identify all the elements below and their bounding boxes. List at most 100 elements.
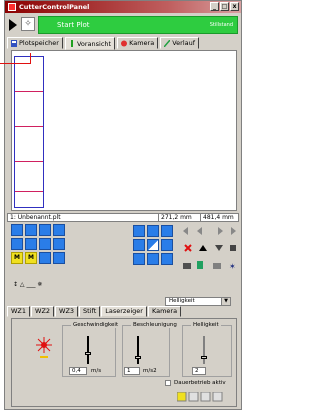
arrow-right-button[interactable]	[161, 239, 173, 251]
plot-divider	[15, 191, 43, 192]
speed-slider-track[interactable]	[87, 336, 89, 364]
title-bar: CutterControlPanel _ □ x	[5, 1, 241, 13]
next-icon	[200, 392, 211, 402]
bottom-icon-row	[177, 392, 223, 402]
tool-button[interactable]	[25, 238, 37, 250]
play-button[interactable]	[8, 18, 18, 32]
acceleration-input[interactable]: 1	[124, 367, 140, 375]
chevron-down-icon: ▼	[221, 298, 230, 305]
bottom-tabs: WZ1 WZ2 WZ3 Stift Laserzeiger Kamera	[7, 306, 182, 318]
laser-panel: Geschwindigkeit 0,4 m/s Beschleunigung 1…	[11, 318, 237, 407]
arrow-down-button[interactable]	[147, 253, 159, 265]
plot-divider	[15, 161, 43, 162]
speed-unit: m/s	[91, 368, 102, 374]
tool-button[interactable]	[25, 224, 37, 236]
plot-divider	[15, 126, 43, 127]
brightness-slider-thumb[interactable]	[201, 356, 207, 359]
machine-status: Stillstand	[209, 22, 233, 28]
tool-button[interactable]	[39, 238, 51, 250]
arrow-up-right-button[interactable]	[161, 225, 173, 237]
tab-label: Kamera	[129, 39, 155, 47]
speed-group-label: Geschwindigkeit	[71, 322, 121, 328]
tool-row-icons: ✶	[183, 261, 236, 271]
arrow-up-button[interactable]	[147, 225, 159, 237]
arrow-down-right-button[interactable]	[161, 253, 173, 265]
arrow-up-left-button[interactable]	[133, 225, 145, 237]
stop-row-icons	[184, 244, 236, 252]
laser-mode-select[interactable]: Helligkeit ▼	[165, 297, 231, 306]
app-icon	[8, 3, 16, 11]
tool-button[interactable]	[39, 252, 51, 264]
tool-button[interactable]	[39, 224, 51, 236]
home-button[interactable]	[147, 239, 159, 251]
tab-label: Plotspeicher	[19, 39, 59, 47]
selected-mode: Helligkeit	[169, 298, 195, 304]
plot-sheet-outline	[14, 56, 44, 208]
acceleration-unit: m/s2	[143, 368, 157, 374]
window-title: CutterControlPanel	[19, 3, 90, 11]
close-button[interactable]: x	[230, 2, 239, 11]
plot-divider	[15, 91, 43, 92]
acceleration-group-label: Beschleunigung	[131, 322, 179, 328]
tab-label: Verlauf	[172, 39, 196, 47]
callout-line	[30, 53, 31, 64]
last-icon	[231, 227, 236, 235]
jog-arrow-grid	[133, 225, 177, 269]
brightness-slider-track[interactable]	[203, 336, 205, 364]
continuous-checkbox[interactable]	[165, 380, 171, 386]
tab-wz2[interactable]: WZ2	[31, 306, 55, 317]
brightness-group-label: Helligkeit	[191, 322, 221, 328]
prev-icon	[197, 227, 202, 235]
tab-kamera[interactable]: Kamera	[117, 37, 159, 49]
arrow-down-left-button[interactable]	[133, 253, 145, 265]
misc-controls[interactable]: ↕ △ ___ ✵	[13, 281, 42, 288]
tool-button[interactable]	[11, 238, 23, 250]
file-info-bar: 1: Unbenannt.plt 271,2 mm 481,4 mm	[7, 213, 239, 222]
prev-icon	[188, 392, 199, 402]
tab-wz3[interactable]: WZ3	[55, 306, 79, 317]
next-icon	[218, 227, 223, 235]
tab-wz1[interactable]: WZ1	[7, 306, 31, 317]
dimension-height: 481,4 mm	[200, 214, 234, 221]
speed-slider-thumb[interactable]	[85, 352, 91, 355]
tab-laserzeiger[interactable]: Laserzeiger	[101, 306, 147, 317]
continuous-checkbox-label: Dauerbetrieb aktiv	[174, 380, 226, 386]
pen-icon	[164, 39, 171, 47]
brightness-input[interactable]: 2	[192, 367, 206, 375]
preview-icon	[70, 40, 73, 47]
maximize-button[interactable]: □	[220, 2, 229, 11]
plot-preview-canvas[interactable]	[11, 50, 237, 211]
speed-input[interactable]: 0,4	[69, 367, 87, 375]
acceleration-slider-track[interactable]	[137, 336, 139, 364]
tool-button[interactable]	[53, 252, 65, 264]
window-controls: _ □ x	[210, 2, 239, 11]
cutter-control-window: CutterControlPanel _ □ x ✧ Start Plot St…	[4, 0, 242, 410]
file-name: 1: Unbenannt.plt	[10, 214, 61, 221]
arrow-left-button[interactable]	[133, 239, 145, 251]
tool-button[interactable]	[53, 238, 65, 250]
tool-button[interactable]	[53, 224, 65, 236]
m-label: M	[28, 254, 34, 261]
tab-stift[interactable]: Stift	[79, 306, 101, 317]
tab-verlauf[interactable]: Verlauf	[160, 37, 200, 49]
top-tabs: Plotspeicher Voransicht Kamera Verlauf	[7, 37, 200, 50]
start-plot-label: Start Plot	[57, 21, 90, 29]
acceleration-slider-thumb[interactable]	[135, 356, 141, 359]
tab-voransicht[interactable]: Voransicht	[64, 37, 116, 50]
dimension-width: 271,2 mm	[158, 214, 192, 221]
play-icon	[9, 19, 17, 31]
svg-text:✶: ✶	[229, 262, 236, 271]
tool-button-grid: M M	[11, 224, 75, 272]
start-plot-bar[interactable]: Start Plot Stillstand	[38, 16, 238, 34]
nav-control-icons: ✶	[183, 227, 236, 271]
toolbar: ✧ Start Plot Stillstand	[5, 15, 241, 35]
first-icon	[183, 227, 188, 235]
camera-icon	[121, 40, 128, 46]
tab-kamera-bottom[interactable]: Kamera	[147, 306, 182, 317]
last-icon	[212, 392, 223, 402]
wand-icon[interactable]: ✧	[21, 17, 35, 31]
minimize-button[interactable]: _	[210, 2, 219, 11]
brightness-group: Helligkeit	[182, 322, 232, 377]
tool-button[interactable]	[11, 224, 23, 236]
tab-plotspeicher[interactable]: Plotspeicher	[7, 37, 63, 49]
